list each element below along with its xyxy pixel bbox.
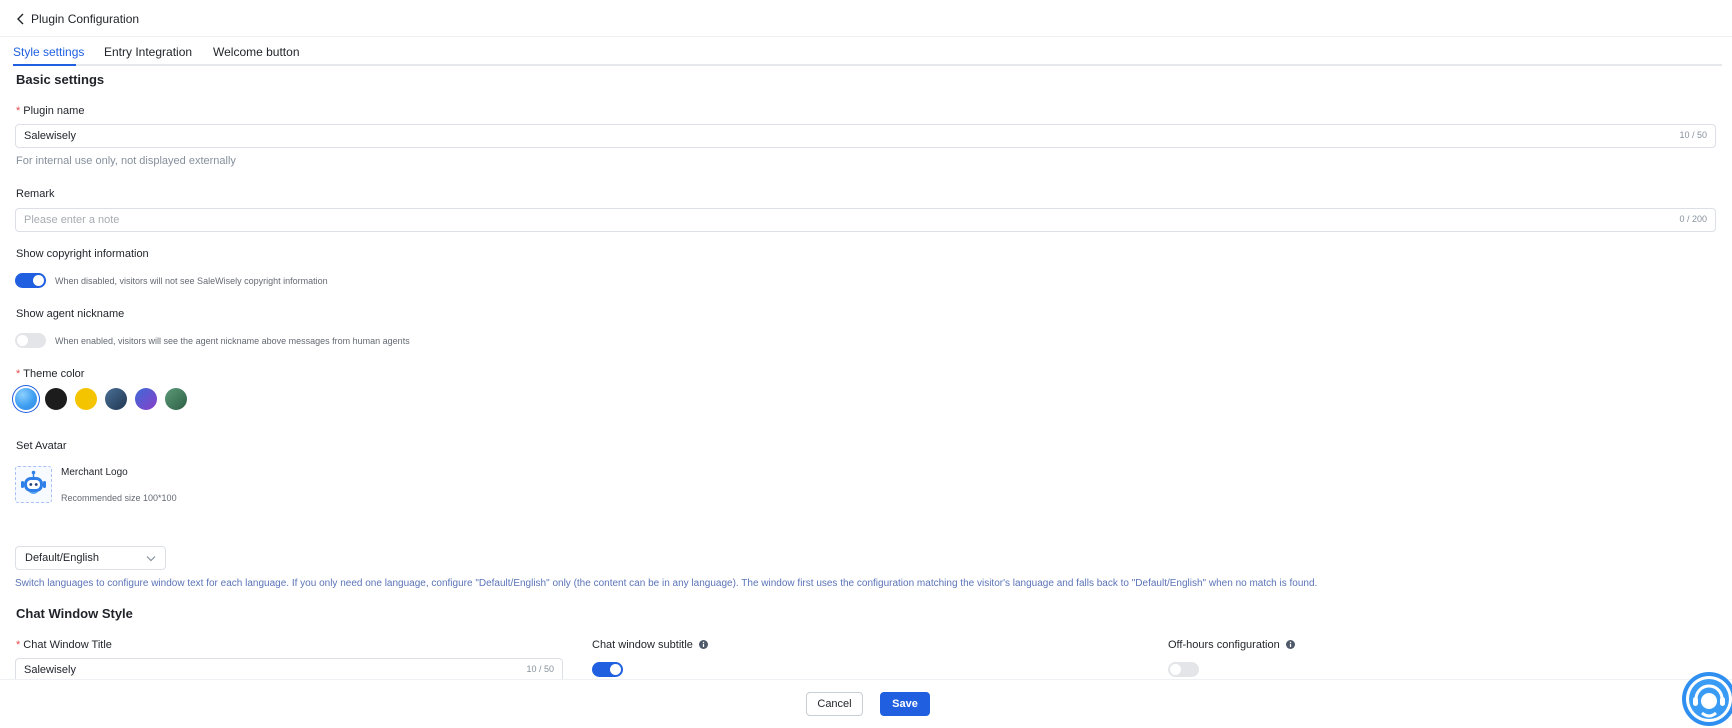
back-button[interactable]: Plugin Configuration [16, 11, 139, 27]
support-agent-icon [1682, 672, 1732, 726]
language-select[interactable]: Default/English [15, 546, 166, 570]
page-header: Plugin Configuration [0, 0, 1732, 37]
copyright-label: Show copyright information [16, 248, 149, 260]
avatar-name: Merchant Logo [61, 467, 128, 478]
theme-swatch-black[interactable] [45, 388, 67, 410]
save-button[interactable]: Save [880, 692, 930, 716]
robot-avatar-icon [21, 470, 46, 494]
off-hours-label: Off-hours configuration [1168, 638, 1295, 652]
support-chat-button[interactable] [1680, 669, 1732, 728]
plugin-name-input[interactable] [24, 125, 1653, 147]
chat-window-title-counter: 10 / 50 [526, 664, 554, 674]
toggle-knob [17, 335, 28, 346]
chat-window-title-input[interactable] [24, 659, 500, 681]
tab-bar: Style settings Entry Integration Welcome… [13, 37, 1722, 66]
basic-settings-title: Basic settings [16, 72, 105, 87]
info-icon [698, 640, 708, 649]
theme-swatch-blue[interactable] [15, 388, 37, 410]
avatar-upload[interactable] [15, 466, 52, 503]
remark-label: Remark [16, 188, 55, 200]
plugin-name-field[interactable]: 10 / 50 [15, 124, 1716, 148]
chat-window-style-title: Chat Window Style [16, 606, 133, 621]
toggle-knob [33, 275, 44, 286]
theme-swatch-yellow[interactable] [75, 388, 97, 410]
theme-swatch-navy[interactable] [105, 388, 127, 410]
nickname-label: Show agent nickname [16, 308, 125, 320]
remark-field[interactable]: 0 / 200 [15, 208, 1716, 232]
language-select-value: Default/English [25, 552, 99, 564]
chat-window-title-label: * Chat Window Title [16, 639, 112, 651]
nickname-toggle[interactable] [15, 333, 46, 348]
remark-input[interactable] [24, 209, 1653, 231]
chevron-down-icon [146, 556, 156, 562]
nickname-hint: When enabled, visitors will see the agen… [55, 336, 410, 346]
off-hours-toggle[interactable] [1168, 662, 1199, 677]
tab-active-indicator [13, 64, 76, 66]
toggle-knob [610, 664, 621, 675]
remark-counter: 0 / 200 [1679, 214, 1707, 224]
cancel-button[interactable]: Cancel [806, 692, 863, 716]
tab-entry-integration[interactable]: Entry Integration [104, 44, 192, 60]
avatar-label: Set Avatar [16, 440, 67, 452]
tab-style-settings[interactable]: Style settings [13, 44, 84, 60]
footer-bar: Cancel Save [0, 679, 1732, 728]
plugin-name-counter: 10 / 50 [1679, 130, 1707, 140]
avatar-hint: Recommended size 100*100 [61, 493, 177, 503]
plugin-name-hint: For internal use only, not displayed ext… [16, 155, 236, 167]
copyright-toggle[interactable] [15, 273, 46, 288]
info-icon [1285, 640, 1295, 649]
theme-swatch-green[interactable] [165, 388, 187, 410]
subtitle-label: Chat window subtitle [592, 638, 708, 652]
toggle-knob [1170, 664, 1181, 675]
theme-swatch-purple[interactable] [135, 388, 157, 410]
chevron-left-icon [17, 13, 24, 25]
copyright-hint: When disabled, visitors will not see Sal… [55, 276, 328, 286]
language-hint: Switch languages to configure window tex… [15, 578, 1318, 589]
subtitle-toggle[interactable] [592, 662, 623, 677]
plugin-name-label: * Plugin name [16, 105, 85, 117]
page-title: Plugin Configuration [31, 12, 140, 26]
theme-color-label: * Theme color [16, 368, 85, 380]
tab-welcome-button[interactable]: Welcome button [213, 44, 300, 60]
